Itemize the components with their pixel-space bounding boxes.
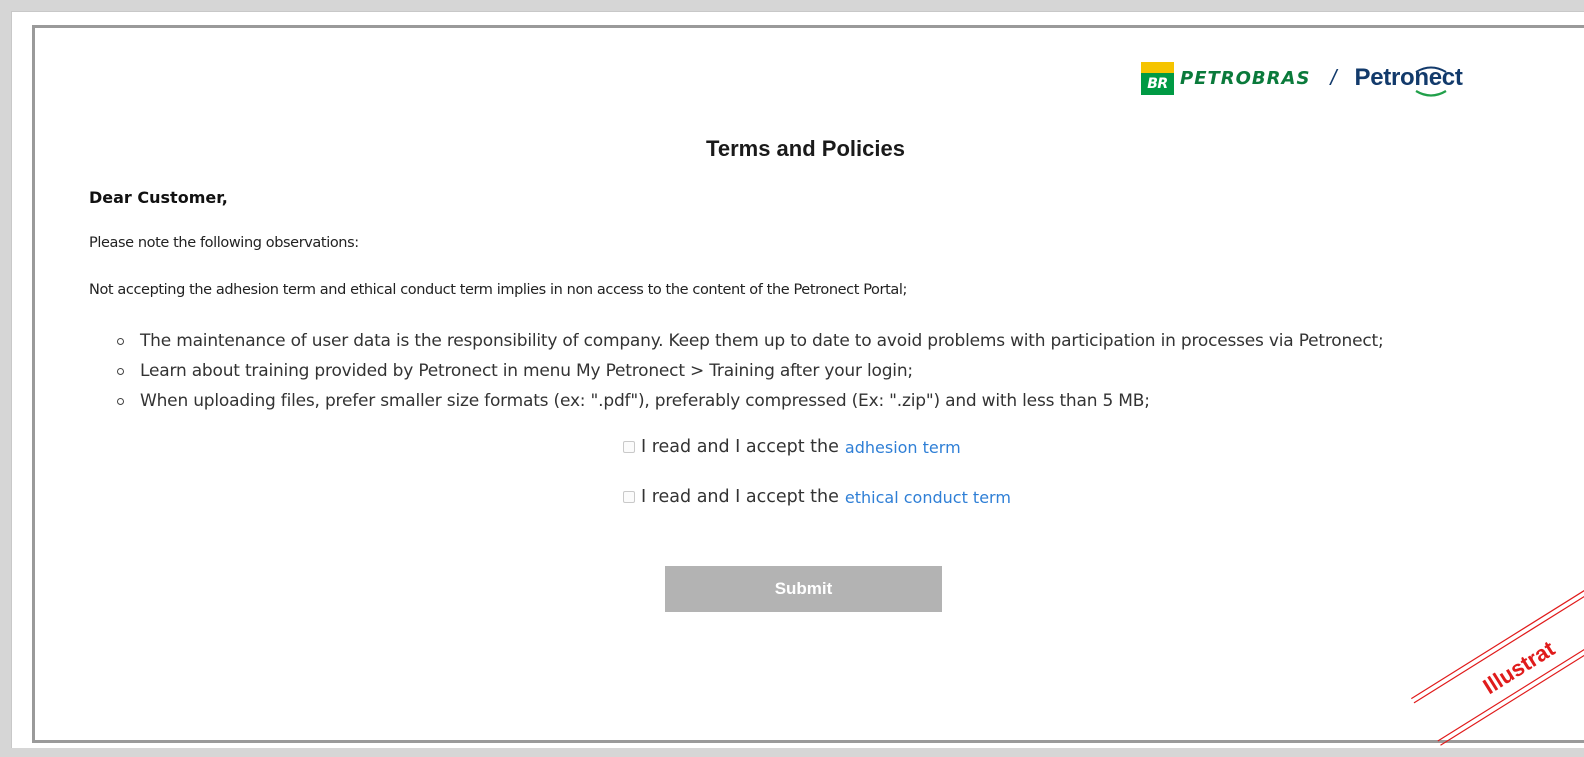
br-logo-icon: BR <box>1141 61 1174 95</box>
petronect-swoosh-icon <box>1414 66 1447 97</box>
petronect-logo: Petronect <box>1355 64 1463 97</box>
list-item-text: The maintenance of user data is the resp… <box>140 331 1384 351</box>
adhesion-term-link[interactable]: adhesion term <box>845 438 961 457</box>
adhesion-term-checkbox[interactable] <box>623 441 635 453</box>
list-item-text: When uploading files, prefer smaller siz… <box>140 391 1150 411</box>
greeting: Dear Customer, <box>89 188 228 207</box>
list-item-text: Learn about training provided by Petrone… <box>140 361 913 381</box>
page-title: Terms and Policies <box>706 136 905 161</box>
bullet-circle-icon <box>117 368 124 375</box>
terms-panel: BR PETROBRAS / Petronect Terms and Polic… <box>32 25 1584 743</box>
ethical-conduct-consent: I read and I accept the ethical conduct … <box>623 487 1011 507</box>
consent-label: I read and I accept the <box>641 437 839 457</box>
br-badge-text: BR <box>1147 75 1168 92</box>
bullet-circle-icon <box>117 338 124 345</box>
note-warning: Not accepting the adhesion term and ethi… <box>89 282 907 298</box>
logo-separator: / <box>1330 65 1337 90</box>
consent-label: I read and I accept the <box>641 487 839 507</box>
bullet-circle-icon <box>117 398 124 405</box>
ethical-conduct-checkbox[interactable] <box>623 491 635 503</box>
note-intro: Please note the following observations: <box>89 235 359 251</box>
observations-list: The maintenance of user data is the resp… <box>89 326 1384 416</box>
header-logos: BR PETROBRAS / Petronect <box>1141 61 1463 97</box>
list-item: The maintenance of user data is the resp… <box>89 326 1384 356</box>
petrobras-logo: PETROBRAS <box>1180 67 1311 89</box>
list-item: When uploading files, prefer smaller siz… <box>89 386 1383 416</box>
list-item: Learn about training provided by Petrone… <box>89 356 1383 386</box>
ethical-conduct-term-link[interactable]: ethical conduct term <box>845 488 1011 507</box>
adhesion-term-consent: I read and I accept the adhesion term <box>623 437 961 457</box>
submit-button[interactable]: Submit <box>665 566 942 612</box>
